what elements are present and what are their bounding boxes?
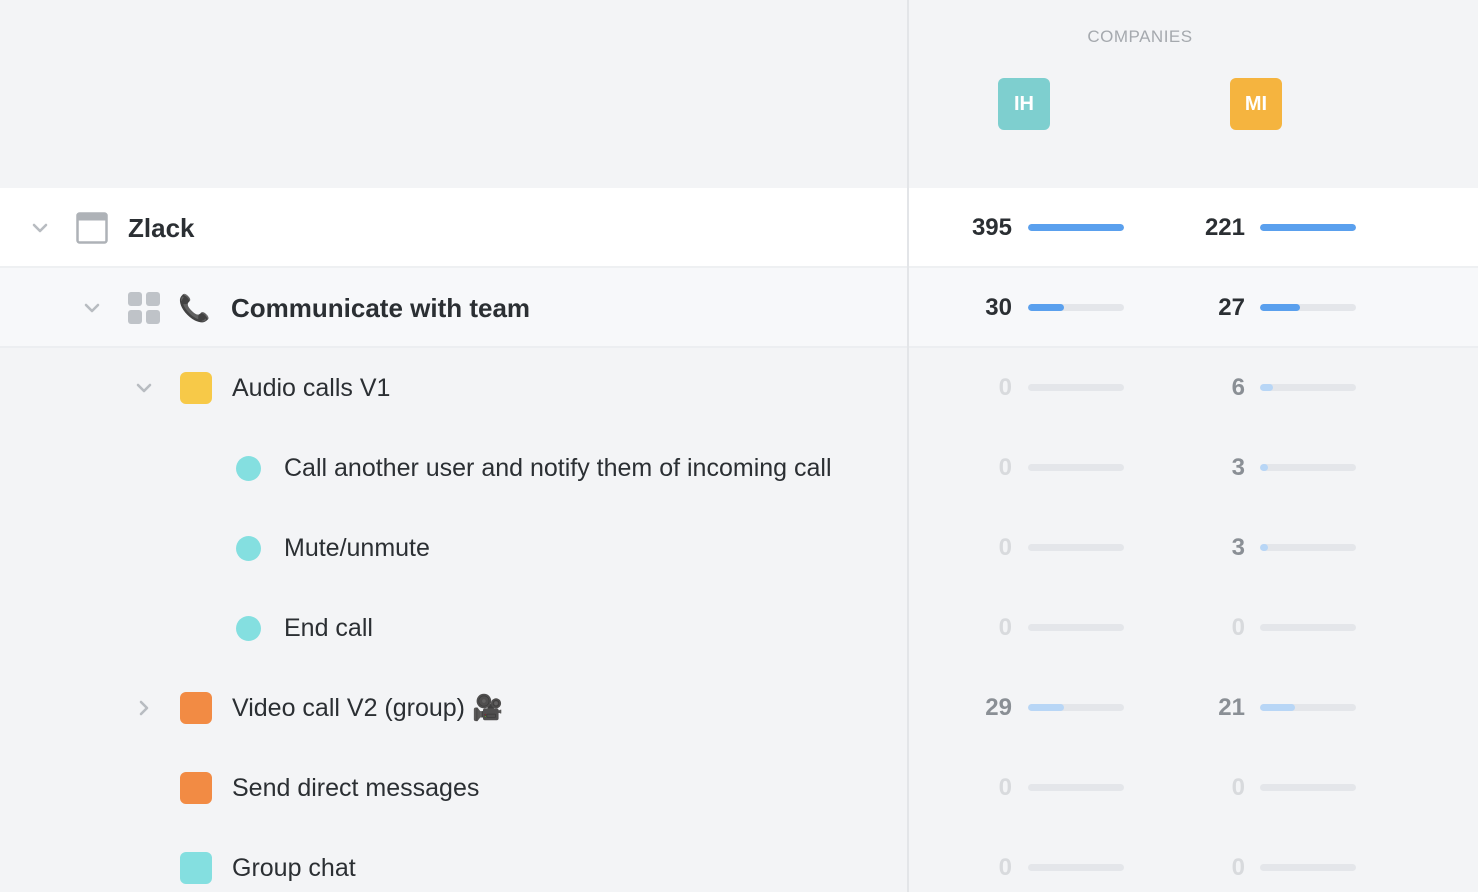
count-bar [1260, 704, 1356, 711]
tree-row[interactable]: Audio calls V1 0 6 [0, 348, 1478, 428]
row-label: Mute/unmute [284, 533, 430, 562]
tree-row[interactable]: Mute/unmute 0 3 [0, 508, 1478, 588]
count-bar-fill [1260, 384, 1274, 391]
company-count: 3 [1231, 454, 1245, 481]
tree-row[interactable]: Send direct messages 0 0 [0, 748, 1478, 828]
count-bar [1260, 304, 1356, 311]
row-label: Audio calls V1 [232, 373, 391, 402]
count-bar-fill [1028, 704, 1064, 711]
count-bar-fill [1260, 224, 1356, 231]
company-count: 6 [1231, 374, 1245, 401]
count-bar-fill [1028, 304, 1064, 311]
chevron-down-icon[interactable] [132, 376, 156, 400]
company-count: 0 [998, 614, 1012, 641]
row-label: Send direct messages [232, 773, 480, 802]
companies-label: COMPANIES [1087, 27, 1193, 46]
company-count: 0 [1231, 854, 1245, 881]
company-avatar-mi[interactable]: MI [1230, 78, 1282, 130]
window-icon [76, 212, 108, 244]
company-count: 395 [971, 214, 1012, 241]
column-divider [907, 0, 909, 892]
company-count: 0 [998, 534, 1012, 561]
count-bar [1260, 544, 1356, 551]
company-count: 21 [1218, 694, 1245, 721]
companies-header: COMPANIES IH MI [0, 0, 1478, 188]
count-bar [1260, 464, 1356, 471]
count-bar [1260, 864, 1356, 871]
phone-icon: 📞 [178, 292, 211, 323]
count-bar [1260, 224, 1356, 231]
company-count: 0 [998, 454, 1012, 481]
row-label: Communicate with team [231, 292, 531, 323]
row-label: Zlack [128, 212, 195, 243]
tree-row[interactable]: Call another user and notify them of inc… [0, 428, 1478, 508]
tree-row[interactable]: Group chat 0 0 [0, 828, 1478, 892]
company-count: 0 [998, 854, 1012, 881]
row-label: Call another user and notify them of inc… [284, 453, 832, 482]
row-label: Video call V2 (group) 🎥 [232, 693, 504, 722]
count-bar [1028, 624, 1124, 631]
company-count: 221 [1204, 214, 1245, 241]
row-label: End call [284, 613, 373, 642]
chevron-down-icon[interactable] [80, 296, 104, 320]
subfeature-dot-icon [236, 536, 261, 561]
count-bar-fill [1260, 464, 1268, 471]
count-bar-fill [1028, 224, 1124, 231]
chevron-right-icon[interactable] [132, 696, 156, 720]
count-bar [1028, 864, 1124, 871]
count-bar [1028, 224, 1124, 231]
company-count: 0 [998, 374, 1012, 401]
tree-row[interactable]: Zlack 395 221 [0, 188, 1478, 268]
grid-icon [128, 292, 160, 324]
chevron-down-icon[interactable] [28, 216, 52, 240]
count-bar [1028, 464, 1124, 471]
company-count: 3 [1231, 534, 1245, 561]
count-bar [1028, 544, 1124, 551]
count-bar-fill [1260, 304, 1301, 311]
feature-color-icon [180, 372, 212, 404]
row-label: Group chat [232, 853, 356, 882]
company-avatar-ih[interactable]: IH [998, 78, 1050, 130]
company-count: 0 [998, 774, 1012, 801]
company-count: 29 [985, 694, 1012, 721]
count-bar [1028, 784, 1124, 791]
count-bar [1260, 624, 1356, 631]
subfeature-dot-icon [236, 456, 261, 481]
feature-color-icon [180, 772, 212, 804]
company-count: 30 [985, 294, 1012, 321]
count-bar [1028, 384, 1124, 391]
company-count: 27 [1218, 294, 1245, 321]
company-count: 0 [1231, 774, 1245, 801]
count-bar-fill [1260, 544, 1268, 551]
feature-color-icon [180, 692, 212, 724]
count-bar-fill [1260, 704, 1295, 711]
tree-row[interactable]: 📞 Communicate with team 30 27 [0, 268, 1478, 348]
count-bar [1028, 704, 1124, 711]
tree-row[interactable]: End call 0 0 [0, 588, 1478, 668]
count-bar [1028, 304, 1124, 311]
tree-row[interactable]: Video call V2 (group) 🎥 29 21 [0, 668, 1478, 748]
company-count: 0 [1231, 614, 1245, 641]
feature-color-icon [180, 852, 212, 884]
subfeature-dot-icon [236, 616, 261, 641]
count-bar [1260, 384, 1356, 391]
count-bar [1260, 784, 1356, 791]
